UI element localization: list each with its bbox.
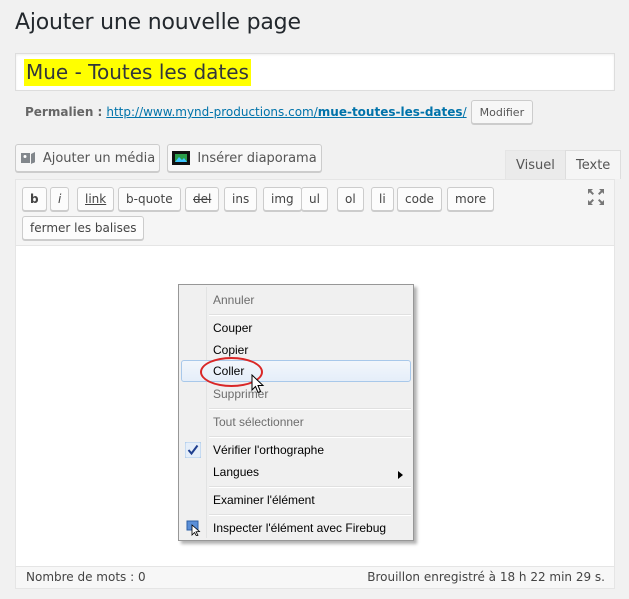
insert-slideshow-label: Insérer diaporama <box>197 150 317 166</box>
qt-italic-button[interactable]: i <box>50 187 70 211</box>
permalink-row: Permalien : http://www.mynd-productions.… <box>25 99 534 125</box>
permalink-link[interactable]: http://www.mynd-productions.com/mue-tout… <box>106 105 466 119</box>
permalink-url-suffix: / <box>462 105 467 119</box>
qt-link-button[interactable]: link <box>77 187 115 211</box>
menu-separator <box>209 514 411 516</box>
qt-del-button[interactable]: del <box>185 187 220 211</box>
qt-bold-button[interactable]: b <box>22 187 47 211</box>
qt-ins-button[interactable]: ins <box>224 187 258 211</box>
page-title: Ajouter une nouvelle page <box>15 10 301 35</box>
qt-ul-button[interactable]: ul <box>301 187 328 211</box>
firebug-icon <box>186 520 202 539</box>
menu-item-copy-label: Copier <box>213 343 249 357</box>
qt-li-button[interactable]: li <box>371 187 394 211</box>
status-bar: Nombre de mots : 0 Brouillon enregistré … <box>16 566 614 588</box>
menu-item-delete[interactable]: Supprimer <box>181 383 411 405</box>
menu-item-firebug-inspect[interactable]: Inspecter l'élément avec Firebug <box>181 517 411 539</box>
qt-ol-button[interactable]: ol <box>337 187 364 211</box>
menu-item-copy[interactable]: Copier <box>181 339 411 361</box>
menu-item-select-all[interactable]: Tout sélectionner <box>181 411 411 433</box>
menu-item-cut-label: Couper <box>213 321 253 335</box>
title-input[interactable]: Mue - Toutes les dates <box>15 53 615 91</box>
qt-code-button[interactable]: code <box>397 187 442 211</box>
permalink-label: Permalien : <box>25 105 103 119</box>
menu-item-cut[interactable]: Couper <box>181 317 411 339</box>
menu-item-inspect-element-label: Examiner l'élément <box>213 493 315 507</box>
menu-item-spellcheck-label: Vérifier l'orthographe <box>213 443 325 457</box>
modify-permalink-button[interactable]: Modifier <box>470 100 534 124</box>
slideshow-icon <box>172 150 191 166</box>
checkmark-icon <box>184 441 202 461</box>
menu-separator <box>209 408 411 410</box>
menu-separator <box>209 314 411 316</box>
add-media-label: Ajouter un média <box>42 150 156 166</box>
title-input-value: Mue - Toutes les dates <box>24 59 251 86</box>
tab-visual[interactable]: Visuel <box>505 150 566 179</box>
qt-img-button[interactable]: img <box>263 187 302 211</box>
quicktags-toolbar: b i link b-quote del ins img ul ol li co… <box>16 180 614 246</box>
media-icon <box>20 150 36 166</box>
menu-item-firebug-inspect-label: Inspecter l'élément avec Firebug <box>213 521 387 535</box>
qt-close-tags-button[interactable]: fermer les balises <box>22 216 145 240</box>
menu-item-inspect-element[interactable]: Examiner l'élément <box>181 489 411 511</box>
fullscreen-icon[interactable] <box>587 188 605 210</box>
qt-blockquote-button[interactable]: b-quote <box>118 187 181 211</box>
insert-slideshow-button[interactable]: Insérer diaporama <box>167 144 322 172</box>
tab-text[interactable]: Texte <box>565 150 622 179</box>
menu-separator <box>209 436 411 438</box>
menu-item-languages[interactable]: Langues <box>181 461 411 483</box>
qt-more-button[interactable]: more <box>447 187 495 211</box>
mouse-cursor-icon <box>251 373 265 398</box>
draft-saved-status: Brouillon enregistré à 18 h 22 min 29 s. <box>367 570 605 584</box>
add-media-button[interactable]: Ajouter un média <box>15 144 160 172</box>
menu-item-undo-label: Annuler <box>213 293 255 307</box>
word-count: Nombre de mots : 0 <box>26 570 146 584</box>
context-menu: Annuler Couper Copier Coller Supprimer T… <box>178 284 414 541</box>
permalink-url-base: http://www.mynd-productions.com/ <box>106 105 318 119</box>
menu-separator <box>209 486 411 488</box>
submenu-arrow-icon <box>398 468 403 482</box>
permalink-slug: mue-toutes-les-dates <box>317 105 463 119</box>
menu-item-languages-label: Langues <box>213 465 260 479</box>
menu-item-spellcheck[interactable]: Vérifier l'orthographe <box>181 439 411 461</box>
menu-item-undo[interactable]: Annuler <box>181 289 411 311</box>
menu-item-select-all-label: Tout sélectionner <box>213 415 304 429</box>
